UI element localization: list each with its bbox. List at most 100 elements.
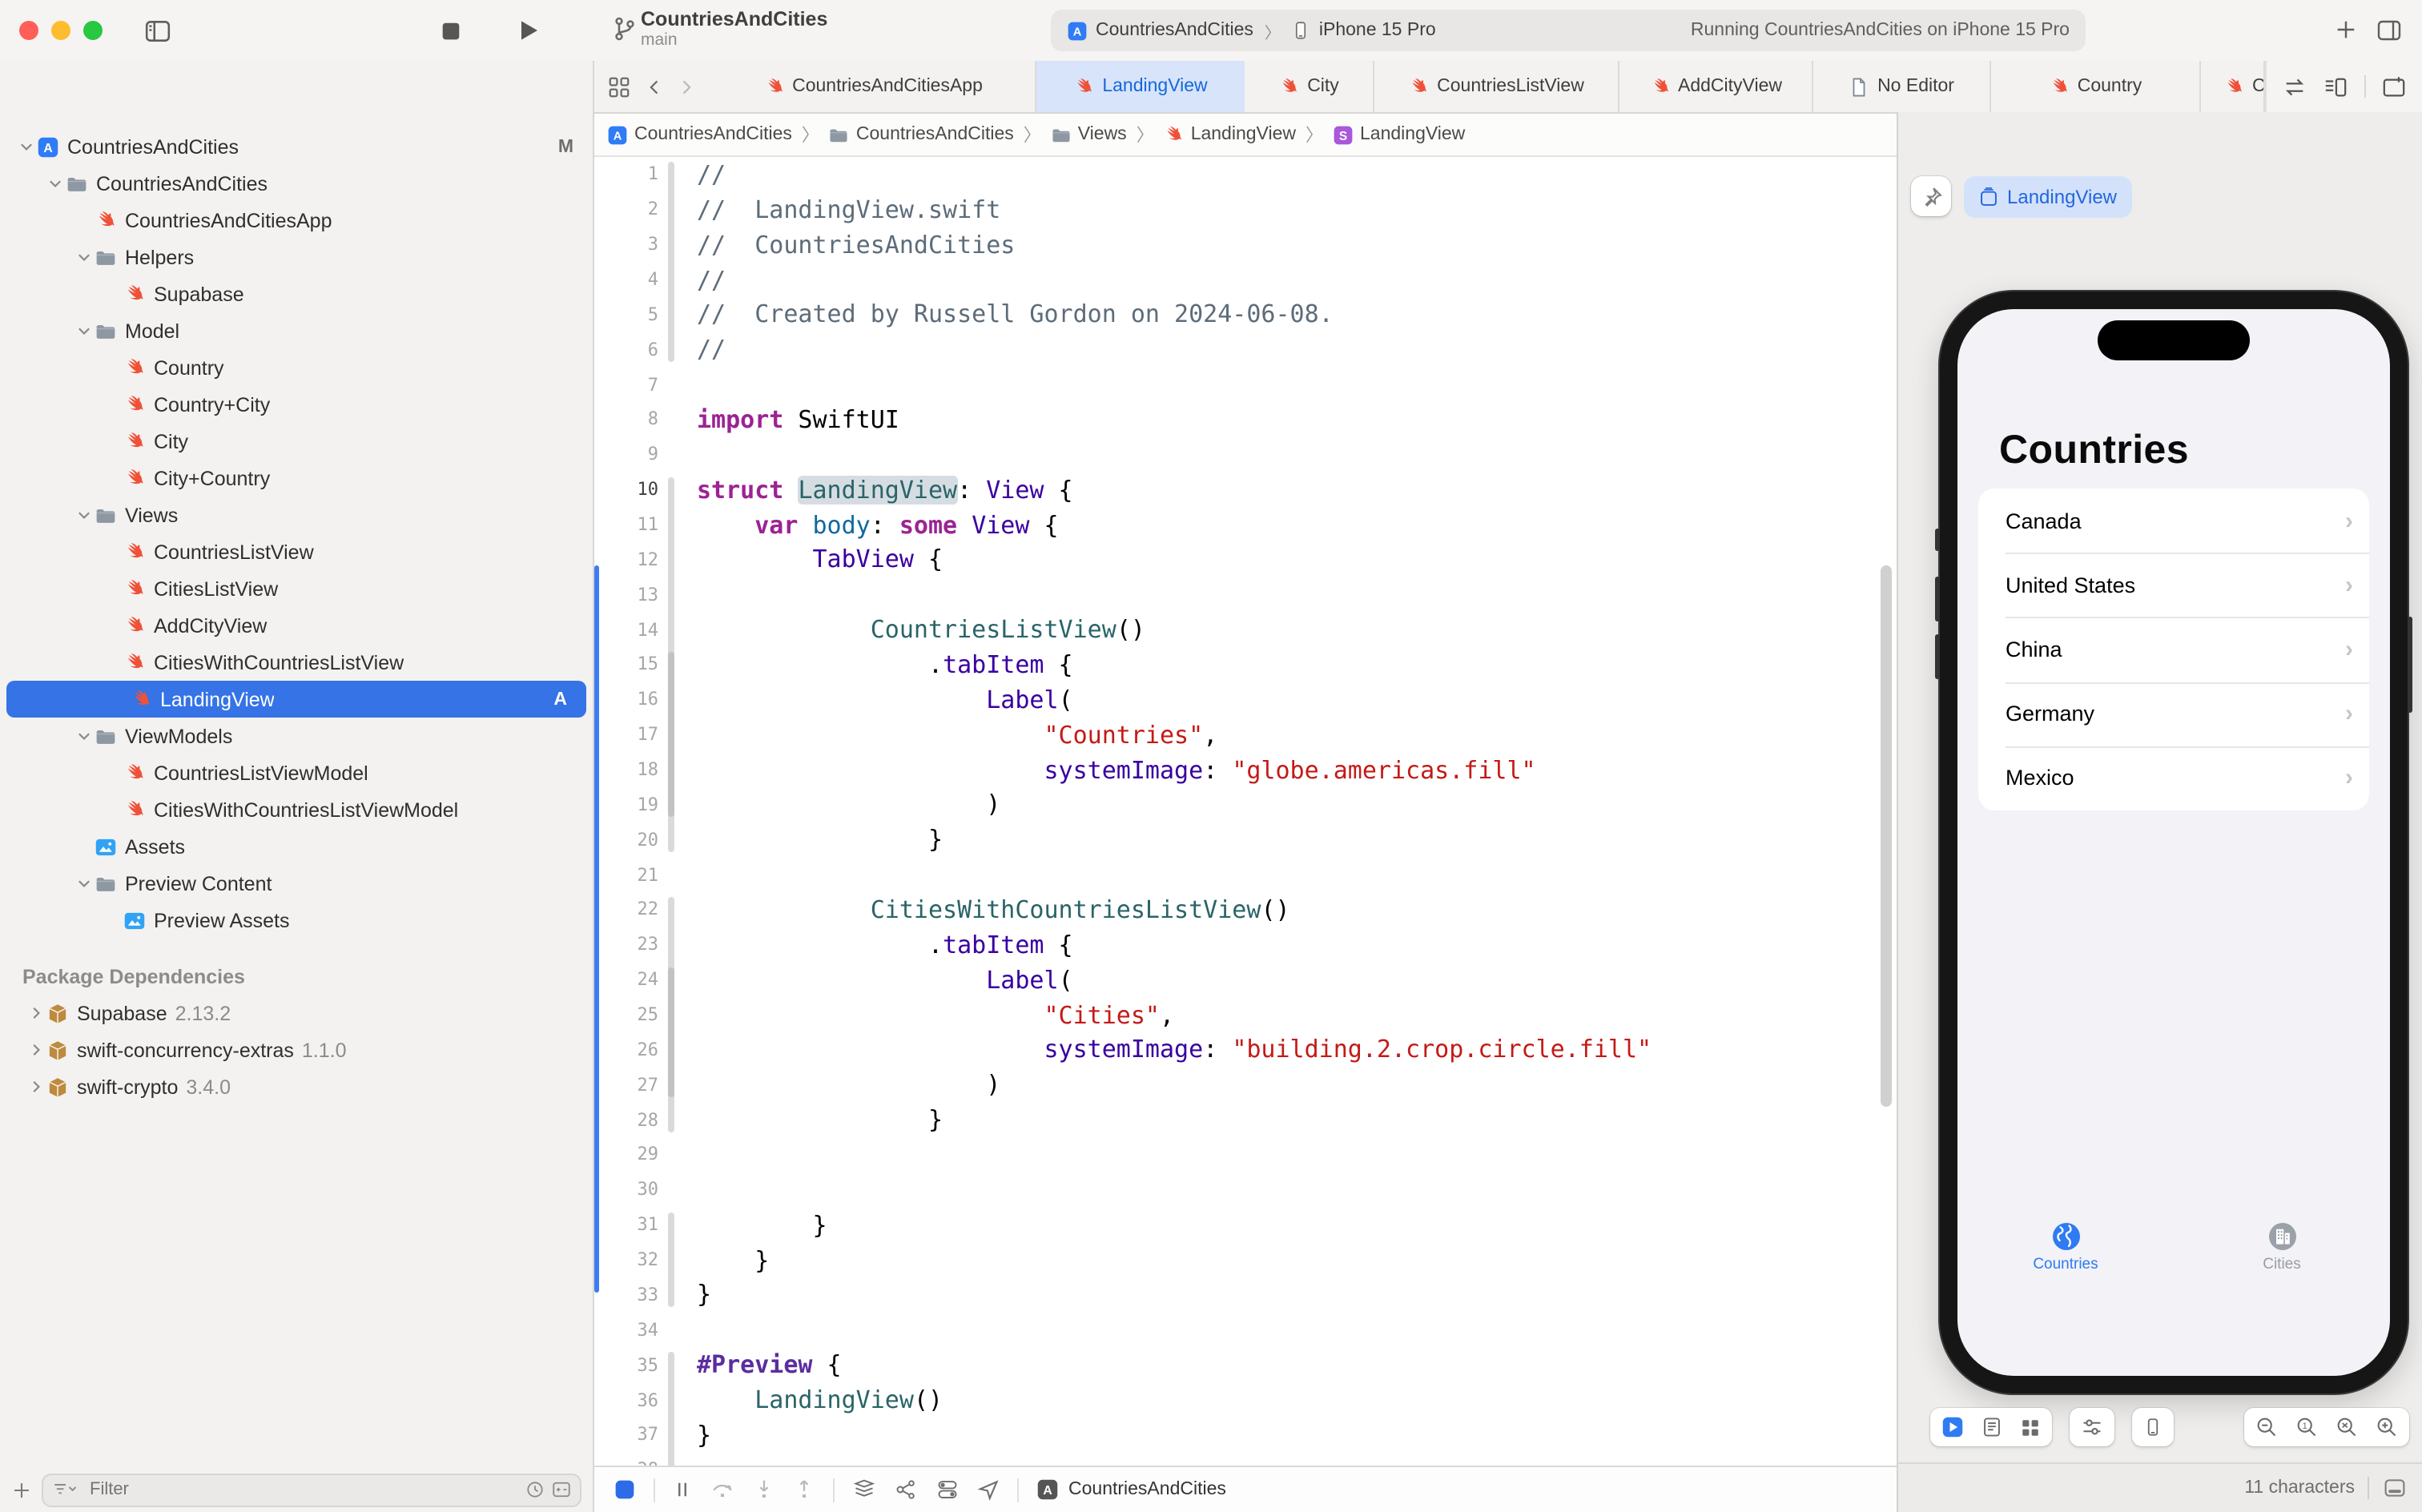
sidebar-item-countriesandcities[interactable]: CountriesAndCities: [0, 165, 593, 202]
code-line-28[interactable]: 28 }: [594, 1102, 1897, 1137]
zoom-button[interactable]: [83, 21, 103, 40]
step-into-icon[interactable]: [753, 1478, 775, 1501]
sidebar-item-citieslistview[interactable]: CitiesListView: [0, 570, 593, 607]
code-line-16[interactable]: 16 Label(: [594, 682, 1897, 718]
phone-tab-countries[interactable]: Countries: [1957, 1222, 2174, 1273]
code-line-18[interactable]: 18 systemImage: "globe.americas.fill": [594, 752, 1897, 787]
add-tab-icon[interactable]: [2334, 18, 2358, 42]
activity-view[interactable]: A CountriesAndCities 〉 iPhone 15 Pro Run…: [1051, 10, 2086, 51]
code-line-31[interactable]: 31 }: [594, 1208, 1897, 1243]
bottom-bar-toggle-icon[interactable]: [2382, 1477, 2408, 1499]
code-line-26[interactable]: 26 systemImage: "building.2.crop.circle.…: [594, 1032, 1897, 1068]
chevron-down-icon[interactable]: [74, 506, 95, 524]
breadcrumb-item-views-2[interactable]: Views: [1051, 124, 1127, 145]
sidebar-item-country-city[interactable]: Country+City: [0, 386, 593, 423]
preview-pin-button[interactable]: [1911, 176, 1951, 216]
code-line-8[interactable]: 8import SwiftUI: [594, 402, 1897, 437]
package-item-swift-crypto[interactable]: swift-crypto3.4.0: [0, 1068, 593, 1105]
sidebar-item-views[interactable]: Views: [0, 497, 593, 533]
breadcrumb-item-landingview-4[interactable]: SLandingView: [1333, 124, 1465, 145]
sidebar-item-addcityview[interactable]: AddCityView: [0, 607, 593, 644]
list-item-mexico[interactable]: Mexico›: [1978, 746, 2369, 810]
code-line-14[interactable]: 14 CountriesListView(): [594, 612, 1897, 647]
chevron-down-icon[interactable]: [74, 727, 95, 745]
environment-overrides-icon[interactable]: [935, 1478, 960, 1501]
code-line-25[interactable]: 25 "Cities",: [594, 997, 1897, 1032]
variants-grid-icon[interactable]: [2020, 1417, 2041, 1438]
chevron-right-icon[interactable]: [26, 1041, 46, 1059]
sidebar-item-assets[interactable]: Assets: [0, 828, 593, 865]
code-line-5[interactable]: 5// Created by Russell Gordon on 2024-06…: [594, 297, 1897, 332]
sidebar-item-countriesandcitiesapp[interactable]: CountriesAndCitiesApp: [0, 202, 593, 239]
code-line-11[interactable]: 11 var body: some View {: [594, 507, 1897, 542]
sidebar-item-viewmodels[interactable]: ViewModels: [0, 718, 593, 754]
scm-filter-icon[interactable]: [551, 1480, 572, 1499]
live-preview-icon[interactable]: [1941, 1416, 1964, 1438]
filter-input[interactable]: [86, 1478, 519, 1501]
code-line-17[interactable]: 17 "Countries",: [594, 718, 1897, 753]
sidebar-toggle-icon[interactable]: [144, 18, 171, 45]
code-line-37[interactable]: 37}: [594, 1418, 1897, 1453]
tab-landingview[interactable]: LandingView: [1036, 61, 1245, 112]
sidebar-item-supabase[interactable]: Supabase: [0, 275, 593, 312]
tab-countrieslistview[interactable]: CountriesListView: [1374, 61, 1619, 112]
code-line-20[interactable]: 20 }: [594, 822, 1897, 858]
swap-editor-icon[interactable]: [2283, 74, 2307, 99]
sidebar-item-landingview[interactable]: LandingViewA: [6, 681, 586, 718]
sidebar-item-countrieslistview[interactable]: CountriesListView: [0, 533, 593, 570]
add-editor-icon[interactable]: [2382, 74, 2406, 99]
sidebar-item-helpers[interactable]: Helpers: [0, 239, 593, 275]
inspector-toggle-icon[interactable]: [2376, 18, 2403, 43]
debug-memory-graph-icon[interactable]: [894, 1478, 918, 1501]
minimize-button[interactable]: [51, 21, 70, 40]
step-out-icon[interactable]: [793, 1478, 815, 1501]
code-line-2[interactable]: 2// LandingView.swift: [594, 192, 1897, 227]
code-line-24[interactable]: 24 Label(: [594, 963, 1897, 998]
package-item-supabase[interactable]: Supabase2.13.2: [0, 995, 593, 1031]
forward-icon[interactable]: [678, 74, 695, 99]
running-process[interactable]: A CountriesAndCities: [1036, 1478, 1226, 1501]
code-line-33[interactable]: 33}: [594, 1277, 1897, 1313]
device-settings-pill[interactable]: [2070, 1408, 2114, 1446]
code-line-12[interactable]: 12 TabView {: [594, 542, 1897, 577]
code-line-38[interactable]: 38: [594, 1453, 1897, 1466]
tab-city[interactable]: City: [1245, 61, 1374, 112]
code-line-4[interactable]: 4//: [594, 262, 1897, 297]
sidebar-item-country[interactable]: Country: [0, 349, 593, 386]
code-line-15[interactable]: 15 .tabItem {: [594, 647, 1897, 682]
code-line-21[interactable]: 21: [594, 857, 1897, 892]
tab-addcityview[interactable]: AddCityView: [1619, 61, 1813, 112]
simulate-location-icon[interactable]: [977, 1478, 1000, 1501]
code-line-27[interactable]: 27 ): [594, 1068, 1897, 1103]
pause-icon[interactable]: [673, 1478, 692, 1501]
chevron-down-icon[interactable]: [45, 175, 66, 192]
sidebar-item-model[interactable]: Model: [0, 312, 593, 349]
code-lines[interactable]: 1//2// LandingView.swift3// CountriesAnd…: [594, 157, 1897, 1466]
code-line-6[interactable]: 6//: [594, 332, 1897, 368]
code-line-36[interactable]: 36 LandingView(): [594, 1382, 1897, 1418]
code-line-35[interactable]: 35#Preview {: [594, 1347, 1897, 1382]
sidebar-item-countriesandcities[interactable]: ACountriesAndCitiesM: [0, 128, 593, 165]
phone-tab-cities[interactable]: Cities: [2174, 1222, 2390, 1273]
add-file-icon[interactable]: [11, 1479, 32, 1500]
chevron-down-icon[interactable]: [74, 322, 95, 340]
code-line-1[interactable]: 1//: [594, 157, 1897, 192]
selectable-preview-icon[interactable]: [1981, 1416, 2002, 1438]
chevron-down-icon[interactable]: [74, 875, 95, 892]
sidebar-item-city-country[interactable]: City+Country: [0, 460, 593, 497]
list-item-china[interactable]: China›: [1978, 617, 2369, 682]
related-items-icon[interactable]: [607, 74, 631, 99]
zoom-in-icon[interactable]: [2376, 1416, 2398, 1438]
sidebar-item-city[interactable]: City: [0, 423, 593, 460]
list-item-germany[interactable]: Germany›: [1978, 682, 2369, 746]
sidebar-item-citieswithcountrieslistview[interactable]: CitiesWithCountriesListView: [0, 644, 593, 681]
stop-button[interactable]: [439, 19, 463, 43]
code-line-3[interactable]: 3// CountriesAndCities: [594, 227, 1897, 262]
package-item-swift-concurrency-extras[interactable]: swift-concurrency-extras1.1.0: [0, 1031, 593, 1068]
code-line-10[interactable]: 10struct LandingView: View {: [594, 472, 1897, 507]
breakpoints-toggle-icon[interactable]: [614, 1478, 636, 1501]
chevron-right-icon[interactable]: [26, 1078, 46, 1096]
code-line-23[interactable]: 23 .tabItem {: [594, 927, 1897, 963]
zoom-out-icon[interactable]: [2255, 1416, 2278, 1438]
sidebar-item-countrieslistviewmodel[interactable]: CountriesListViewModel: [0, 754, 593, 791]
